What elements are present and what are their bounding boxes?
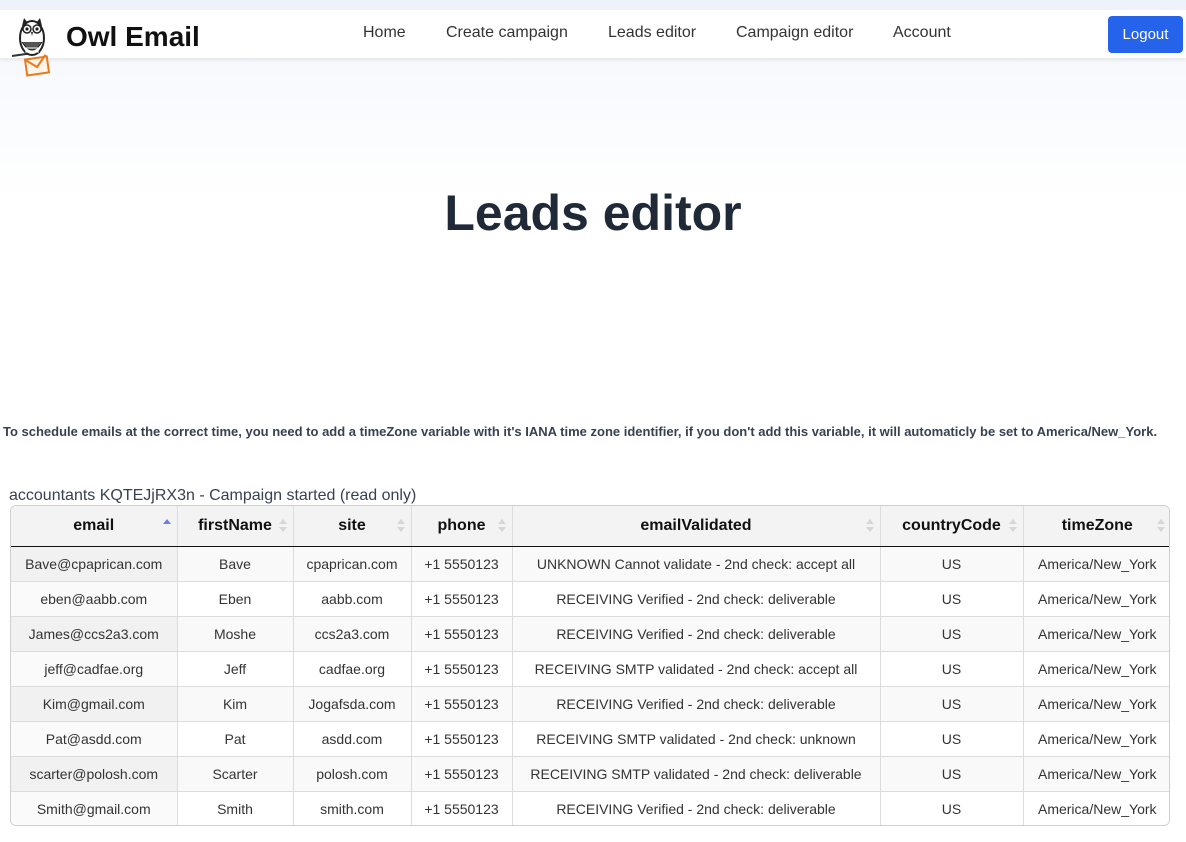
table-row[interactable]: scarter@polosh.com Scarter polosh.com +1… (11, 756, 1169, 792)
cell-countrycode: US (880, 616, 1024, 652)
cell-site: smith.com (293, 791, 412, 825)
cell-email: James@ccs2a3.com (11, 616, 178, 652)
cell-phone: +1 5550123 (411, 721, 513, 757)
column-header-label: email (73, 516, 115, 534)
cell-emailvalidated: UNKNOWN Cannot validate - 2nd check: acc… (512, 546, 881, 582)
table-row[interactable]: Kim@gmail.com Kim Jogafsda.com +1 555012… (11, 686, 1169, 722)
table-row[interactable]: jeff@cadfae.org Jeff cadfae.org +1 55501… (11, 651, 1169, 687)
sort-icon (865, 519, 874, 533)
logout-button[interactable]: Logout (1108, 16, 1183, 53)
cell-firstname: Moshe (177, 616, 294, 652)
cell-email: jeff@cadfae.org (11, 651, 178, 687)
column-header-emailvalidated[interactable]: emailValidated (512, 506, 881, 547)
cell-timezone: America/New_York (1023, 791, 1169, 825)
table-row[interactable]: Smith@gmail.com Smith smith.com +1 55501… (11, 791, 1169, 825)
cell-firstname: Kim (177, 686, 294, 722)
sort-icon (396, 519, 405, 533)
table-row[interactable]: eben@aabb.com Eben aabb.com +1 5550123 R… (11, 581, 1169, 617)
cell-phone: +1 5550123 (411, 616, 513, 652)
cell-firstname: Smith (177, 791, 294, 825)
cell-phone: +1 5550123 (411, 756, 513, 792)
column-header-label: timeZone (1061, 516, 1133, 534)
cell-firstname: Scarter (177, 756, 294, 792)
table-row[interactable]: Pat@asdd.com Pat asdd.com +1 5550123 REC… (11, 721, 1169, 757)
cell-emailvalidated: RECEIVING SMTP validated - 2nd check: ac… (512, 651, 881, 687)
cell-email: Smith@gmail.com (11, 791, 178, 825)
sort-ascending-icon (162, 519, 171, 533)
cell-emailvalidated: RECEIVING Verified - 2nd check: delivera… (512, 686, 881, 722)
column-header-label: countryCode (902, 516, 1001, 534)
nav-campaign-editor[interactable]: Campaign editor (736, 24, 853, 42)
column-header-site[interactable]: site (293, 506, 412, 547)
sort-icon (497, 519, 506, 533)
cell-phone: +1 5550123 (411, 791, 513, 825)
cell-countrycode: US (880, 581, 1024, 617)
cell-phone: +1 5550123 (411, 581, 513, 617)
cell-emailvalidated: RECEIVING Verified - 2nd check: delivera… (512, 616, 881, 652)
leads-table: email firstName site phone emailValidate… (10, 505, 1170, 826)
cell-phone: +1 5550123 (411, 686, 513, 722)
cell-site: cpaprican.com (293, 546, 412, 582)
sort-icon (1008, 519, 1017, 533)
cell-countrycode: US (880, 721, 1024, 757)
navbar: Owl Email Home Create campaign Leads edi… (0, 10, 1186, 77)
nav-leads-editor[interactable]: Leads editor (608, 24, 696, 42)
column-header-label: site (338, 516, 366, 534)
cell-site: cadfae.org (293, 651, 412, 687)
cell-timezone: America/New_York (1023, 756, 1169, 792)
cell-countrycode: US (880, 546, 1024, 582)
cell-timezone: America/New_York (1023, 616, 1169, 652)
top-strip (0, 0, 1186, 10)
column-header-label: phone (437, 516, 486, 534)
cell-firstname: Jeff (177, 651, 294, 687)
cell-countrycode: US (880, 791, 1024, 825)
table-row[interactable]: James@ccs2a3.com Moshe ccs2a3.com +1 555… (11, 616, 1169, 652)
cell-site: polosh.com (293, 756, 412, 792)
cell-email: eben@aabb.com (11, 581, 178, 617)
cell-email: scarter@polosh.com (11, 756, 178, 792)
column-header-timezone[interactable]: timeZone (1023, 506, 1169, 547)
cell-emailvalidated: RECEIVING SMTP validated - 2nd check: de… (512, 756, 881, 792)
column-header-label: firstName (198, 516, 272, 534)
column-header-label: emailValidated (640, 516, 752, 534)
cell-site: Jogafsda.com (293, 686, 412, 722)
cell-firstname: Bave (177, 546, 294, 582)
cell-countrycode: US (880, 686, 1024, 722)
column-header-firstname[interactable]: firstName (177, 506, 294, 547)
table-row[interactable]: Bave@cpaprican.com Bave cpaprican.com +1… (11, 546, 1169, 582)
sort-icon (278, 519, 287, 533)
cell-site: ccs2a3.com (293, 616, 412, 652)
cell-site: aabb.com (293, 581, 412, 617)
cell-countrycode: US (880, 651, 1024, 687)
cell-site: asdd.com (293, 721, 412, 757)
cell-emailvalidated: RECEIVING SMTP validated - 2nd check: un… (512, 721, 881, 757)
cell-phone: +1 5550123 (411, 546, 513, 582)
cell-email: Kim@gmail.com (11, 686, 178, 722)
table-caption: accountants KQTEJjRX3n - Campaign starte… (9, 487, 417, 504)
cell-timezone: America/New_York (1023, 686, 1169, 722)
cell-email: Pat@asdd.com (11, 721, 178, 757)
cell-timezone: America/New_York (1023, 721, 1169, 757)
nav-home[interactable]: Home (363, 24, 406, 42)
cell-timezone: America/New_York (1023, 546, 1169, 582)
cell-timezone: America/New_York (1023, 581, 1169, 617)
nav-links: Home Create campaign Leads editor Campai… (0, 24, 1186, 48)
sort-icon (1157, 519, 1165, 533)
cell-timezone: America/New_York (1023, 651, 1169, 687)
cell-phone: +1 5550123 (411, 651, 513, 687)
cell-countrycode: US (880, 756, 1024, 792)
column-header-countrycode[interactable]: countryCode (880, 506, 1024, 547)
timezone-info-text: To schedule emails at the correct time, … (3, 424, 1158, 439)
column-header-phone[interactable]: phone (411, 506, 513, 547)
cell-email: Bave@cpaprican.com (11, 546, 178, 582)
nav-account[interactable]: Account (893, 24, 951, 42)
cell-firstname: Pat (177, 721, 294, 757)
table-header-row: email firstName site phone emailValidate… (11, 506, 1169, 547)
column-header-email[interactable]: email (11, 506, 178, 547)
page-title: Leads editor (444, 185, 742, 241)
cell-emailvalidated: RECEIVING Verified - 2nd check: delivera… (512, 581, 881, 617)
cell-emailvalidated: RECEIVING Verified - 2nd check: delivera… (512, 791, 881, 825)
nav-create-campaign[interactable]: Create campaign (446, 24, 568, 42)
cell-firstname: Eben (177, 581, 294, 617)
